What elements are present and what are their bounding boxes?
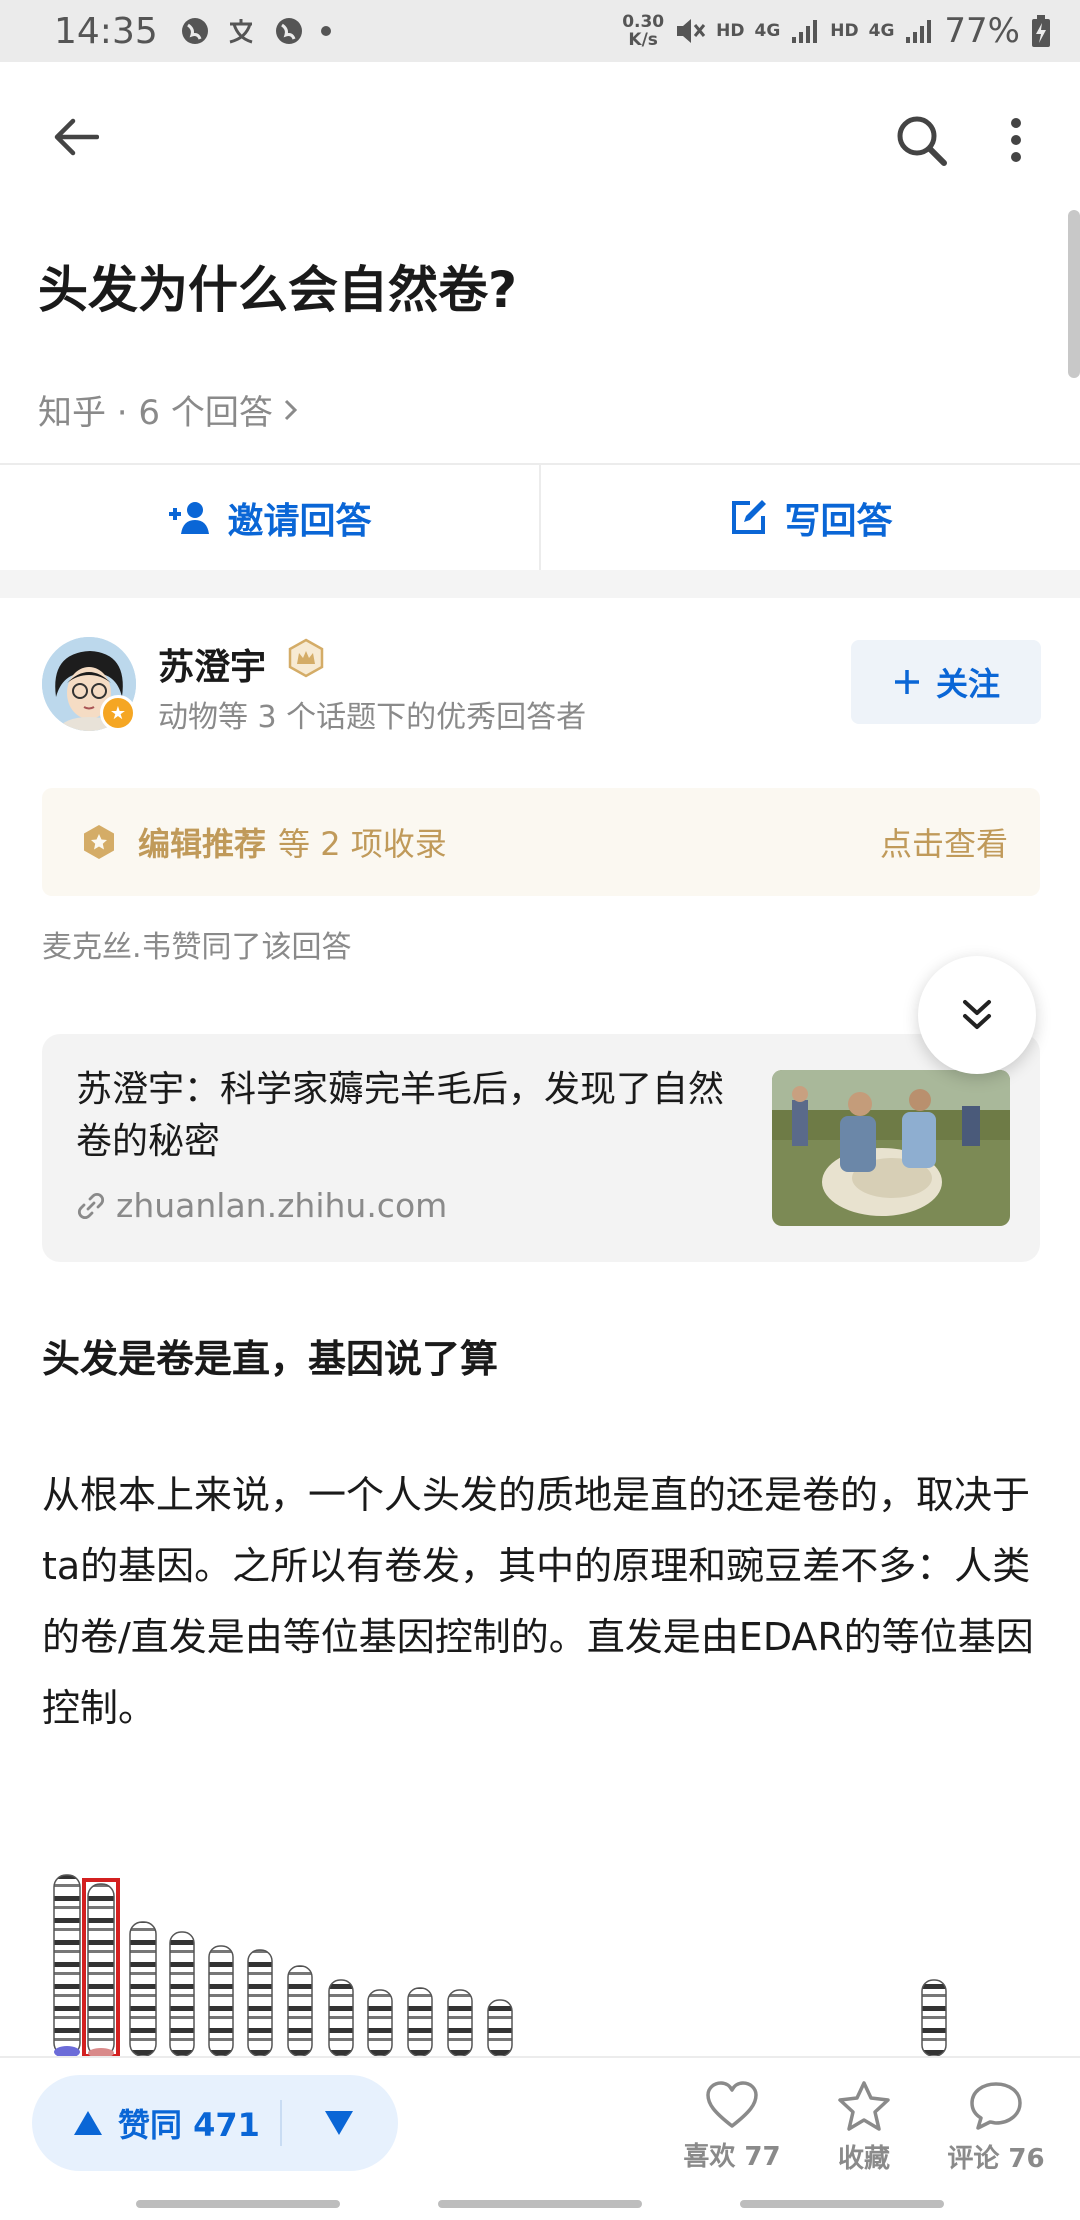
verified-badge-icon: ★ — [100, 695, 136, 731]
back-button[interactable] — [40, 107, 110, 167]
follow-button[interactable]: 关注 — [851, 640, 1041, 724]
arrow-left-icon — [54, 118, 99, 156]
translate-icon — [229, 19, 253, 44]
scroll-indicator[interactable] — [1068, 210, 1080, 378]
vote-control: 赞同 471 — [32, 2075, 398, 2171]
question-source-link[interactable]: 知乎 · 6 个回答 — [38, 385, 299, 434]
question-actions: 邀请回答 写回答 — [0, 465, 1080, 570]
status-bar: 14:35 0.30 K/s HD 4G HD 4G 77% — [0, 0, 1080, 62]
link-icon — [77, 1192, 105, 1219]
follow-label: 关注 — [935, 665, 1000, 703]
heart-icon — [706, 2081, 758, 2128]
like-label: 喜欢 77 — [683, 2142, 781, 2172]
upvote-label: 赞同 471 — [118, 2106, 260, 2144]
hd-label-2: HD — [830, 21, 859, 41]
answer-heading: 头发是卷是直，基因说了算 — [42, 1337, 499, 1381]
collect-button[interactable]: 收藏 — [804, 2080, 924, 2175]
upvote-button[interactable]: 赞同 471 — [32, 2100, 280, 2146]
triangle-up-icon — [74, 2111, 102, 2135]
chevron-double-down-icon — [963, 1000, 991, 1029]
dot-icon — [320, 26, 331, 36]
add-person-icon — [169, 501, 210, 534]
bottom-action-bar: 赞同 471 喜欢 77 收藏 评论 76 — [0, 2056, 1080, 2220]
link-card-title: 苏澄宇：科学家薅完羊毛后，发现了自然卷的秘密 — [76, 1069, 725, 1162]
question-title: 头发为什么会自然卷? — [38, 261, 518, 319]
collect-label: 收藏 — [837, 2144, 890, 2174]
question-source: 知乎 · 6 个回答 — [38, 393, 273, 433]
nav-handle-left — [136, 2200, 340, 2208]
upvoted-by-text: 麦克丝.韦赞同了该回答 — [42, 930, 352, 965]
link-card[interactable]: 苏澄宇：科学家薅完羊毛后，发现了自然卷的秘密 zhuanlan.zhihu.co… — [42, 1034, 1040, 1262]
medal-icon[interactable] — [286, 638, 326, 678]
net-speed-unit: K/s — [628, 30, 658, 50]
editor-recommend-banner[interactable]: 编辑推荐 等 2 项收录 点击查看 — [42, 788, 1040, 896]
hd-label-1: HD — [716, 21, 745, 41]
recommend-badge-icon — [84, 825, 114, 859]
sheep-shearing-image — [772, 1070, 1010, 1226]
battery-charging-icon — [1032, 15, 1050, 47]
link-card-thumbnail — [772, 1070, 1010, 1226]
chromosome-diagram — [42, 1870, 1040, 2056]
status-right-icons: 0.30 K/s HD 4G HD 4G 77% — [622, 11, 1052, 51]
net-speed: 0.30 K/s — [622, 13, 664, 49]
triangle-down-icon — [325, 2111, 353, 2135]
comment-button[interactable]: 评论 76 — [936, 2080, 1056, 2175]
status-left-icons — [180, 16, 332, 46]
author-description: 动物等 3 个话题下的优秀回答者 — [158, 700, 587, 735]
edit-icon — [732, 499, 767, 534]
chromosome-ideogram-image — [53, 1874, 947, 2056]
write-answer-button[interactable]: 写回答 — [541, 465, 1080, 570]
mute-icon — [677, 19, 706, 43]
link-card-domain: zhuanlan.zhihu.com — [116, 1186, 448, 1225]
plus-icon — [894, 670, 919, 694]
downvote-button[interactable] — [282, 2109, 396, 2137]
signal-icon — [906, 20, 932, 43]
net-label-2: 4G — [868, 21, 895, 41]
nav-handle-right — [740, 2200, 944, 2208]
recommend-count: 等 2 项收录 — [278, 825, 447, 863]
comment-label: 评论 76 — [947, 2144, 1045, 2174]
more-vertical-icon — [1011, 118, 1021, 162]
top-app-bar — [0, 62, 1080, 212]
author-name[interactable]: 苏澄宇 — [158, 638, 266, 690]
recommend-title: 编辑推荐 — [138, 825, 267, 863]
net-speed-value: 0.30 — [622, 12, 665, 32]
star-icon — [838, 2081, 890, 2131]
collapse-button[interactable] — [918, 956, 1036, 1074]
answer-paragraph: 从根本上来说，一个人头发的质地是直的还是卷的，取决于ta的基因。之所以有卷发，其… — [42, 1473, 1034, 1730]
chevron-right-icon — [284, 399, 297, 420]
signal-icon — [792, 20, 818, 43]
invite-answer-label: 邀请回答 — [227, 500, 372, 542]
status-time: 14:35 — [54, 10, 158, 52]
battery-percent: 77% — [944, 11, 1020, 51]
link-card-url: zhuanlan.zhihu.com — [76, 1186, 447, 1225]
comment-bubble-icon — [970, 2082, 1022, 2130]
net-label-1: 4G — [754, 21, 781, 41]
search-icon — [897, 116, 947, 166]
nav-handle-center — [438, 2200, 642, 2208]
section-gap — [0, 570, 1080, 598]
invite-answer-button[interactable]: 邀请回答 — [0, 465, 539, 570]
more-options-button[interactable] — [990, 107, 1042, 173]
globe-icon — [181, 18, 208, 44]
search-button[interactable] — [888, 107, 954, 173]
like-button[interactable]: 喜欢 77 — [672, 2080, 792, 2173]
globe-icon — [275, 18, 302, 44]
write-answer-label: 写回答 — [784, 500, 893, 542]
recommend-view-link[interactable]: 点击查看 — [880, 819, 1008, 865]
